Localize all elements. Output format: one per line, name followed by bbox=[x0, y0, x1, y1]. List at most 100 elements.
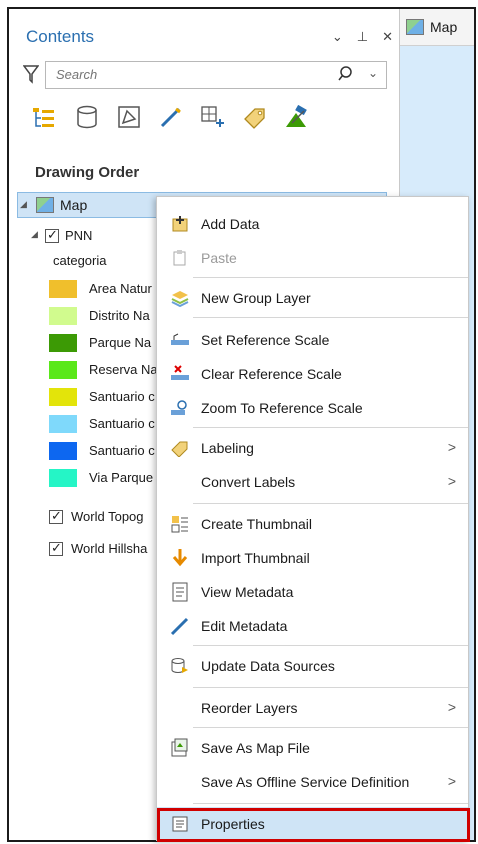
search-field[interactable]: ⌄ bbox=[45, 61, 387, 89]
menu-item-label: Save As Map File bbox=[201, 740, 310, 756]
menu-item-label: Labeling bbox=[201, 440, 254, 456]
menu-separator bbox=[193, 317, 468, 318]
legend-label: Area Natur bbox=[89, 281, 152, 296]
zoom-scale-icon bbox=[170, 398, 190, 418]
map-node-label: Map bbox=[60, 197, 88, 213]
menu-item-properties[interactable]: Properties bbox=[157, 807, 468, 841]
list-by-snapping-icon[interactable] bbox=[199, 103, 227, 131]
list-by-editing-icon[interactable] bbox=[157, 103, 185, 131]
menu-item-label: Create Thumbnail bbox=[201, 516, 313, 532]
menu-separator bbox=[193, 727, 468, 728]
menu-item-create-thumbnail[interactable]: Create Thumbnail bbox=[157, 507, 468, 541]
menu-separator bbox=[193, 503, 468, 504]
legend-swatch[interactable] bbox=[49, 361, 77, 379]
legend-swatch[interactable] bbox=[49, 442, 77, 460]
menu-separator bbox=[193, 427, 468, 428]
menu-item-set-reference-scale[interactable]: Set Reference Scale bbox=[157, 323, 468, 357]
menu-separator bbox=[193, 277, 468, 278]
layer-label: World Hillsha bbox=[71, 541, 148, 556]
layer-label: PNN bbox=[65, 228, 93, 243]
layer-visibility-checkbox[interactable] bbox=[49, 508, 63, 524]
menu-item-label: Zoom To Reference Scale bbox=[201, 400, 363, 416]
menu-item-edit-metadata[interactable]: Edit Metadata bbox=[157, 609, 468, 643]
layer-visibility-checkbox[interactable] bbox=[45, 227, 59, 243]
create-thumbnail-icon bbox=[170, 514, 190, 534]
paste-icon bbox=[170, 248, 190, 268]
view-metadata-icon bbox=[170, 582, 190, 602]
search-input[interactable] bbox=[54, 66, 308, 83]
list-by-perspective-imagery-icon[interactable] bbox=[283, 103, 311, 131]
menu-item-label: Clear Reference Scale bbox=[201, 366, 342, 382]
menu-item-paste[interactable]: Paste bbox=[157, 241, 468, 275]
chevron-right-icon: > bbox=[447, 473, 456, 489]
clear-scale-icon bbox=[170, 364, 190, 384]
legend-swatch[interactable] bbox=[49, 280, 77, 298]
add-data-icon bbox=[170, 214, 190, 234]
collapse-arrow-icon[interactable]: ◢ bbox=[20, 199, 27, 210]
menu-item-label: Edit Metadata bbox=[201, 618, 288, 634]
list-by-selection-icon[interactable] bbox=[115, 103, 143, 131]
legend-label: Parque Na bbox=[89, 335, 152, 350]
list-by-data-source-icon[interactable] bbox=[73, 103, 101, 131]
edit-metadata-icon bbox=[170, 616, 190, 636]
legend-label: Santuario c bbox=[89, 416, 155, 431]
list-by-drawing-order-icon[interactable] bbox=[31, 103, 59, 131]
map-icon bbox=[406, 19, 424, 35]
pane-title: Contents bbox=[26, 27, 95, 46]
menu-item-view-metadata[interactable]: View Metadata bbox=[157, 575, 468, 609]
group-layer-icon bbox=[170, 288, 190, 308]
menu-item-label: View Metadata bbox=[201, 584, 294, 600]
menu-separator bbox=[193, 803, 468, 804]
set-scale-icon bbox=[170, 330, 190, 350]
menu-item-label: Convert Labels bbox=[201, 474, 296, 490]
menu-item-update-data-sources[interactable]: Update Data Sources bbox=[157, 649, 468, 683]
collapse-arrow-icon[interactable]: ◢ bbox=[31, 229, 38, 240]
map-tab[interactable]: Map bbox=[400, 9, 474, 46]
menu-item-import-thumbnail[interactable]: Import Thumbnail bbox=[157, 541, 468, 575]
menu-item-reorder-layers[interactable]: Reorder Layers > bbox=[157, 691, 468, 725]
layer-label: World Topog bbox=[71, 509, 144, 524]
legend-label: Reserva Na bbox=[89, 362, 158, 377]
legend-swatch[interactable] bbox=[49, 388, 77, 406]
search-icon[interactable] bbox=[338, 65, 356, 83]
legend-label: Santuario c bbox=[89, 443, 155, 458]
menu-item-label: New Group Layer bbox=[201, 290, 311, 306]
chevron-right-icon: > bbox=[447, 699, 456, 715]
pane-options-icon[interactable]: ⌄ bbox=[332, 29, 343, 45]
chevron-down-icon[interactable]: ⌄ bbox=[368, 66, 378, 80]
menu-item-label: Import Thumbnail bbox=[201, 550, 310, 566]
menu-item-save-as-offline-service-definition[interactable]: Save As Offline Service Definition > bbox=[157, 765, 468, 799]
menu-item-label: Update Data Sources bbox=[201, 658, 335, 674]
menu-item-label: Properties bbox=[201, 816, 265, 832]
menu-item-add-data[interactable]: Add Data bbox=[157, 207, 468, 241]
filter-icon[interactable] bbox=[23, 63, 39, 85]
search-row: ⌄ bbox=[23, 61, 387, 89]
close-icon[interactable]: ✕ bbox=[382, 29, 393, 45]
menu-item-label: Add Data bbox=[201, 216, 260, 232]
layer-row-world-topographic[interactable]: World Topog bbox=[49, 507, 169, 529]
update-sources-icon bbox=[170, 656, 190, 676]
list-by-labeling-icon[interactable] bbox=[241, 103, 269, 131]
context-menu: Add Data Paste New Group Layer Set Referenc… bbox=[156, 196, 469, 841]
map-tab-label: Map bbox=[430, 19, 458, 35]
import-thumbnail-icon bbox=[170, 548, 190, 568]
menu-item-label: Reorder Layers bbox=[201, 700, 298, 716]
pin-icon[interactable]: ⊥ bbox=[357, 29, 368, 45]
legend-swatch[interactable] bbox=[49, 469, 77, 487]
menu-item-label: Set Reference Scale bbox=[201, 332, 330, 348]
layer-row-world-hillshade[interactable]: World Hillsha bbox=[49, 539, 169, 561]
menu-item-zoom-to-reference-scale[interactable]: Zoom To Reference Scale bbox=[157, 391, 468, 425]
legend-swatch[interactable] bbox=[49, 415, 77, 433]
menu-item-new-group-layer[interactable]: New Group Layer bbox=[157, 281, 468, 315]
menu-item-labeling[interactable]: Labeling > bbox=[157, 431, 468, 465]
legend-swatch[interactable] bbox=[49, 307, 77, 325]
pane-controls: ⌄ ⊥ ✕ bbox=[332, 29, 393, 45]
menu-item-clear-reference-scale[interactable]: Clear Reference Scale bbox=[157, 357, 468, 391]
menu-item-save-as-map-file[interactable]: Save As Map File bbox=[157, 731, 468, 765]
labeling-icon bbox=[170, 438, 190, 458]
menu-item-convert-labels[interactable]: Convert Labels > bbox=[157, 465, 468, 499]
layer-row-pnn[interactable]: ◢ PNN bbox=[31, 225, 171, 247]
legend-swatch[interactable] bbox=[49, 334, 77, 352]
menu-separator bbox=[193, 645, 468, 646]
layer-visibility-checkbox[interactable] bbox=[49, 540, 63, 556]
